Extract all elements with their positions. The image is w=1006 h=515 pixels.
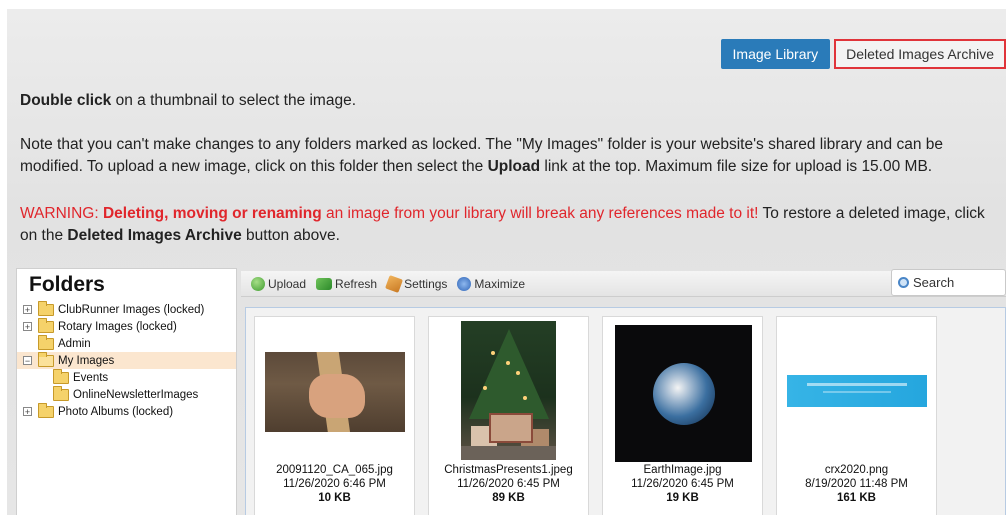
folder-label: OnlineNewsletterImages: [73, 388, 199, 401]
warning-message: WARNING: Deleting, moving or renaming an…: [20, 203, 1005, 247]
folder-rotary-images[interactable]: + Rotary Images (locked): [17, 317, 236, 335]
folder-icon: [38, 317, 54, 333]
image-date: 8/19/2020 11:48 PM: [805, 478, 908, 490]
image-filename: crx2020.png: [824, 464, 889, 476]
expand-icon[interactable]: +: [23, 305, 32, 315]
folder-tree: + ClubRunner Images (locked) + Rotary Im…: [17, 300, 236, 420]
warning-mid: an image from your library will break an…: [321, 205, 759, 222]
folder-label: Events: [73, 371, 109, 384]
thumbnail-image: [787, 375, 927, 407]
thumbnail-image: [461, 321, 556, 460]
settings-icon: [385, 274, 404, 293]
folder-icon: [38, 300, 54, 316]
folder-label: ClubRunner Images (locked): [58, 303, 205, 316]
image-date: 11/26/2020 6:45 PM: [631, 478, 734, 490]
thumbnail-grid: 20091120_CA_065.jpg 11/26/2020 6:46 PM 1…: [245, 307, 1006, 515]
image-thumbnail-20091120[interactable]: 20091120_CA_065.jpg 11/26/2020 6:46 PM 1…: [254, 316, 415, 515]
refresh-label: Refresh: [335, 276, 378, 291]
instruction-text: on a thumbnail to select the image.: [111, 92, 357, 109]
image-filename: 20091120_CA_065.jpg: [276, 464, 393, 476]
search-input[interactable]: Search: [891, 269, 1006, 296]
thumbnail-image: [265, 352, 405, 432]
upload-icon: [251, 276, 265, 291]
settings-label: Settings: [404, 276, 448, 291]
refresh-button[interactable]: Refresh: [316, 277, 377, 291]
settings-button[interactable]: Settings: [385, 274, 448, 293]
image-browser-panel: Image Library Deleted Images Archive Dou…: [7, 9, 1006, 515]
thumbnail-meta: EarthImage.jpg 11/26/2020 6:45 PM 19 KB: [603, 463, 762, 505]
image-filename: EarthImage.jpg: [643, 464, 722, 476]
warning-bold: Deleting, moving or renaming: [102, 205, 322, 222]
maximize-button[interactable]: Maximize: [457, 276, 526, 291]
folder-label: Admin: [58, 337, 91, 350]
folder-icon: [38, 334, 54, 350]
top-button-group: Image Library Deleted Images Archive: [720, 39, 1006, 69]
image-size: 19 KB: [666, 492, 699, 504]
note-upload-bold: Upload: [487, 158, 541, 175]
instruction-line: Double click on a thumbnail to select th…: [20, 90, 356, 112]
deleted-images-archive-button[interactable]: Deleted Images Archive: [834, 39, 1006, 69]
maximize-icon: [457, 276, 472, 291]
collapse-icon[interactable]: −: [23, 356, 32, 366]
folder-label: My Images: [58, 354, 115, 367]
instruction-bold: Double click: [20, 92, 112, 109]
image-thumbnail-crx2020[interactable]: crx2020.png 8/19/2020 11:48 PM 161 KB: [776, 316, 937, 515]
folders-title: Folders: [29, 273, 105, 296]
expand-icon[interactable]: +: [23, 407, 32, 417]
maximize-label: Maximize: [474, 276, 526, 291]
warning-archive-bold: Deleted Images Archive: [67, 227, 242, 244]
image-date: 11/26/2020 6:46 PM: [283, 478, 386, 490]
folder-admin[interactable]: Admin: [17, 334, 236, 352]
folder-photo-albums[interactable]: + Photo Albums (locked): [17, 402, 236, 420]
folder-my-images[interactable]: − My Images: [17, 351, 236, 369]
folder-icon: [53, 368, 69, 384]
image-thumbnail-earth[interactable]: EarthImage.jpg 11/26/2020 6:45 PM 19 KB: [602, 316, 763, 515]
note-text-2: link at the top. Maximum file size for u…: [540, 158, 933, 175]
folder-clubrunner-images[interactable]: + ClubRunner Images (locked): [17, 300, 236, 318]
folder-label: Photo Albums (locked): [58, 405, 174, 418]
search-placeholder: Search: [913, 275, 955, 290]
upload-button[interactable]: Upload: [251, 276, 307, 291]
thumbnail-meta: 20091120_CA_065.jpg 11/26/2020 6:46 PM 1…: [255, 463, 414, 505]
open-folder-icon: [38, 351, 54, 367]
folder-icon: [38, 402, 54, 418]
folder-online-newsletter-images[interactable]: OnlineNewsletterImages: [17, 385, 236, 403]
expand-icon[interactable]: +: [23, 322, 32, 332]
folder-events[interactable]: Events: [17, 368, 236, 386]
warning-end: button above.: [241, 227, 340, 244]
search-icon: [898, 277, 909, 288]
image-library-button[interactable]: Image Library: [720, 39, 831, 69]
image-thumbnail-christmas-presents[interactable]: ChristmasPresents1.jpeg 11/26/2020 6:45 …: [428, 316, 589, 515]
refresh-icon: [316, 277, 333, 290]
thumbnail-image: [615, 325, 752, 462]
locked-folders-note: Note that you can't make changes to any …: [20, 134, 1005, 178]
folder-icon: [53, 385, 69, 401]
image-size: 10 KB: [318, 492, 351, 504]
folder-label: Rotary Images (locked): [58, 320, 177, 333]
image-size: 89 KB: [492, 492, 525, 504]
image-date: 11/26/2020 6:45 PM: [457, 478, 560, 490]
thumbnail-meta: crx2020.png 8/19/2020 11:48 PM 161 KB: [777, 463, 936, 505]
upload-label: Upload: [268, 276, 307, 291]
folders-pane: Folders + ClubRunner Images (locked) + R…: [16, 268, 237, 515]
image-size: 161 KB: [837, 492, 876, 504]
warning-prefix: WARNING:: [20, 205, 103, 222]
image-filename: ChristmasPresents1.jpeg: [444, 464, 573, 476]
thumbnail-meta: ChristmasPresents1.jpeg 11/26/2020 6:45 …: [429, 463, 588, 505]
